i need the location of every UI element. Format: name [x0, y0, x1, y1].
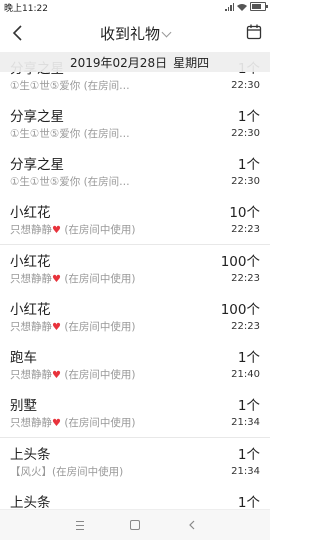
wifi-icon — [237, 3, 247, 11]
system-nav-bar — [0, 509, 270, 540]
heart-icon: ♥ — [52, 370, 61, 381]
gift-desc: 只想静静♥ (在房间中使用) — [10, 417, 136, 429]
list-item[interactable]: 小红花 只想静静♥ (在房间中使用) 100个 22:23 — [0, 293, 270, 341]
gift-count: 1个 — [237, 495, 260, 510]
gift-desc: 只想静静♥ (在房间中使用) — [10, 273, 136, 285]
list-item[interactable]: 跑车 只想静静♥ (在房间中使用) 1个 21:40 — [0, 341, 270, 389]
gift-name: 小红花 — [10, 205, 51, 221]
gift-name: 跑车 — [10, 350, 37, 366]
gift-desc: 只想静静♥ (在房间中使用) — [10, 224, 136, 236]
list-item[interactable]: 分享之星 ①生①世⑤爱你 (在房间… 1个 22:30 — [0, 100, 270, 148]
gift-count: 1个 — [237, 350, 260, 366]
page-title[interactable]: 收到礼物 — [0, 23, 270, 44]
gift-time: 21:40 — [231, 369, 260, 380]
gift-desc: 只想静静♥ (在房间中使用) — [10, 321, 136, 333]
gift-name: 分享之星 — [10, 109, 64, 125]
gift-desc: 只想静静♥ (在房间中使用) — [10, 369, 136, 381]
gift-time: 22:23 — [231, 321, 260, 332]
status-icons — [225, 2, 268, 11]
gift-list[interactable]: 2019年02月28日星期四 分享之星 ①生①世⑤爱你 (在房间… 1个 22:… — [0, 52, 270, 510]
status-time: 晚上11:22 — [4, 4, 48, 14]
list-item[interactable]: 小红花 只想静静♥ (在房间中使用) 100个 22:23 — [0, 245, 270, 293]
list-item[interactable]: 别墅 只想静静♥ (在房间中使用) 1个 21:34 — [0, 389, 270, 438]
signal-icon — [225, 2, 234, 11]
gift-count: 1个 — [237, 447, 260, 463]
heart-icon: ♥ — [52, 274, 61, 285]
back-nav-icon[interactable] — [185, 518, 199, 532]
date-text: 2019年02月28日 — [70, 56, 168, 70]
gift-name: 小红花 — [10, 302, 51, 318]
gift-time: 22:30 — [231, 128, 260, 139]
calendar-icon[interactable] — [246, 24, 262, 40]
status-bar: 晚上11:22 — [0, 0, 270, 14]
gift-time: 22:23 — [231, 224, 260, 235]
gift-time: 21:34 — [231, 466, 260, 477]
menu-icon[interactable] — [73, 518, 87, 532]
list-item[interactable]: 小红花 只想静静♥ (在房间中使用) 10个 22:23 — [0, 196, 270, 245]
gift-time: 22:30 — [231, 176, 260, 187]
list-item[interactable]: 上头条 【风火】(在房间中使用) 1个 21:34 — [0, 438, 270, 486]
gift-desc: ①生①世⑤爱你 (在房间… — [10, 176, 130, 188]
gift-count: 10个 — [229, 205, 260, 221]
gift-desc: ①生①世⑤爱你 (在房间… — [10, 128, 130, 140]
gift-name: 别墅 — [10, 398, 37, 414]
gift-desc: 【风火】(在房间中使用) — [10, 466, 124, 478]
heart-icon: ♥ — [52, 322, 61, 333]
gift-name: 小红花 — [10, 254, 51, 270]
gift-count: 1个 — [237, 157, 260, 173]
gift-count: 1个 — [237, 109, 260, 125]
gift-count: 100个 — [220, 254, 260, 270]
gift-time: 21:34 — [231, 417, 260, 428]
page-title-text: 收到礼物 — [99, 25, 160, 43]
battery-icon — [250, 2, 268, 11]
gift-time: 22:30 — [231, 80, 260, 91]
gift-count: 100个 — [220, 302, 260, 318]
chevron-down-icon — [161, 27, 172, 38]
gift-time: 22:23 — [231, 273, 260, 284]
header: 收到礼物 — [0, 16, 270, 50]
home-icon[interactable] — [128, 518, 142, 532]
date-banner: 2019年02月28日 星期四 — [0, 52, 270, 72]
weekday-text: 星期四 — [173, 56, 210, 70]
gift-count: 1个 — [237, 398, 260, 414]
gift-name: 分享之星 — [10, 157, 64, 173]
gift-desc: ①生①世⑤爱你 (在房间… — [10, 80, 130, 92]
heart-icon: ♥ — [52, 418, 61, 429]
list-item[interactable]: 分享之星 ①生①世⑤爱你 (在房间… 1个 22:30 — [0, 148, 270, 196]
list-item[interactable]: 上头条 1个 — [0, 486, 270, 510]
gift-name: 上头条 — [10, 495, 51, 510]
heart-icon: ♥ — [52, 225, 61, 236]
gift-name: 上头条 — [10, 447, 51, 463]
